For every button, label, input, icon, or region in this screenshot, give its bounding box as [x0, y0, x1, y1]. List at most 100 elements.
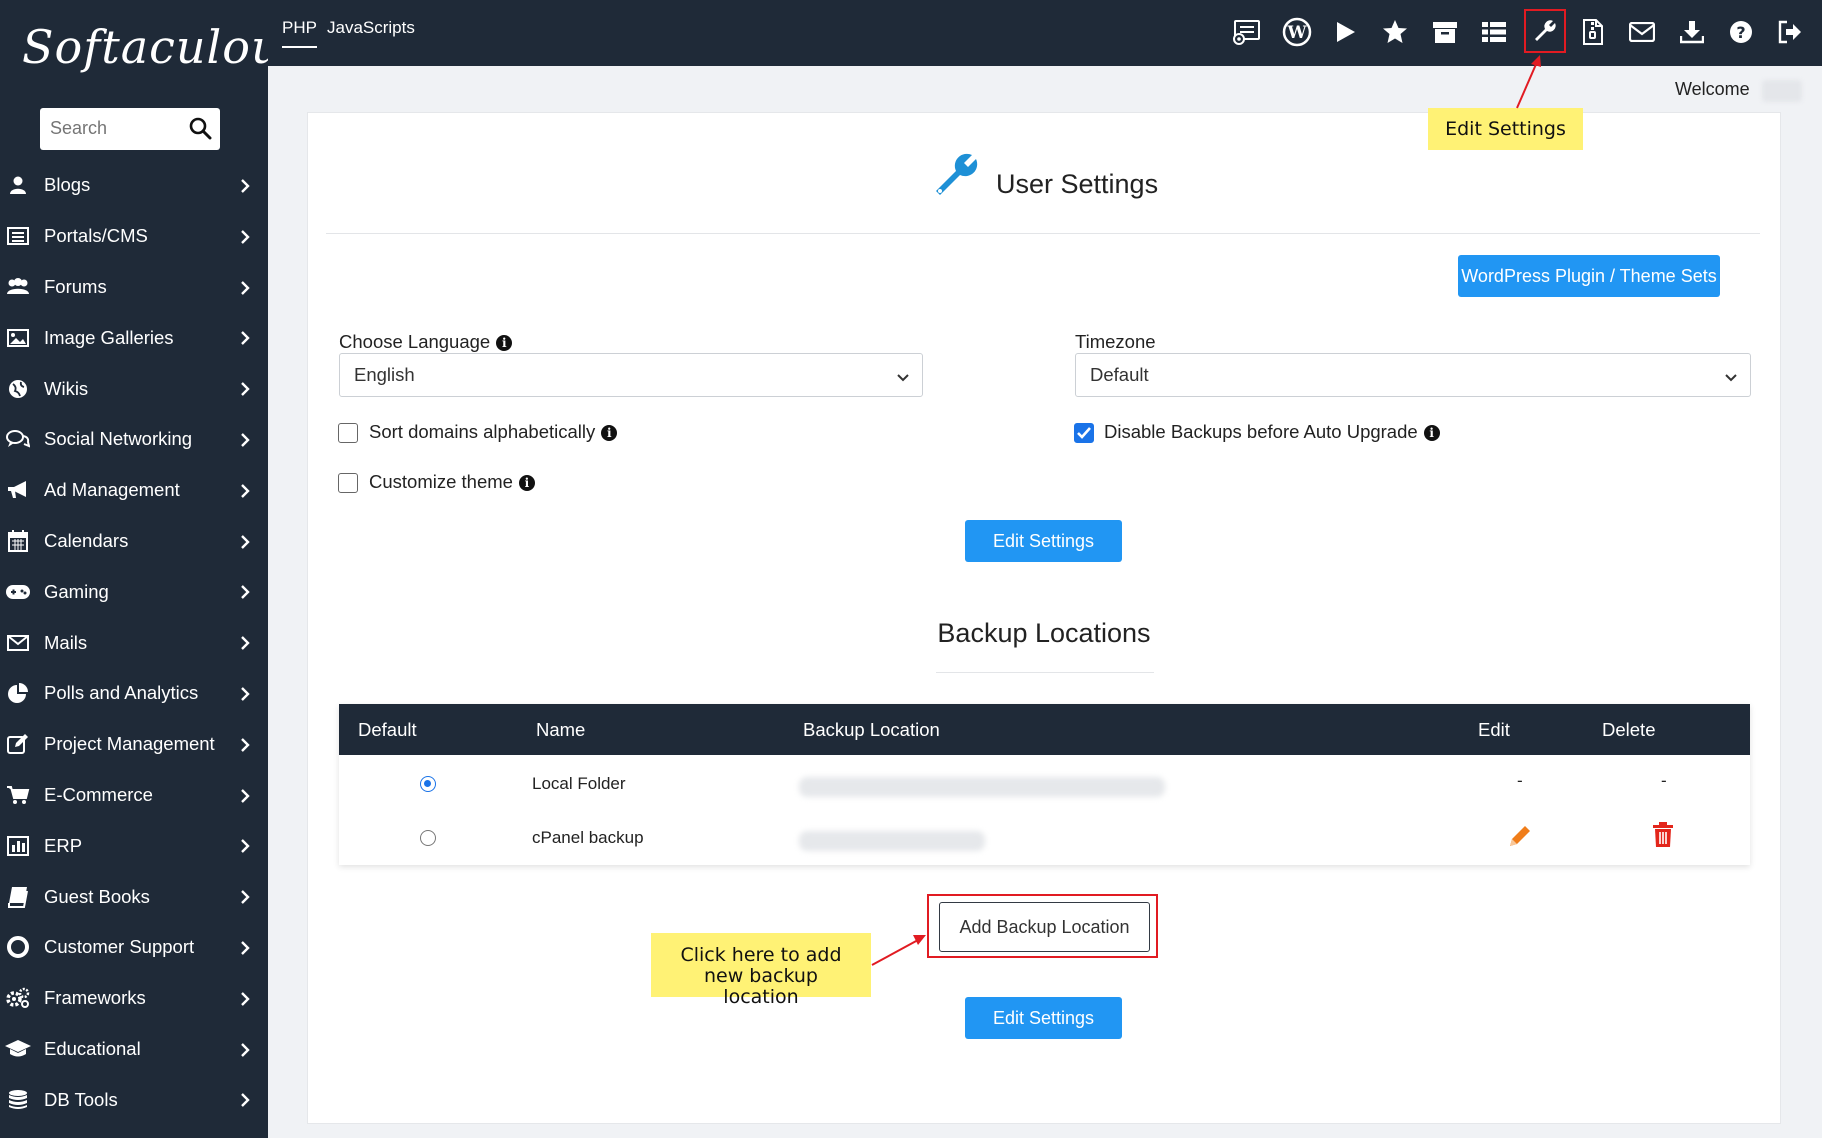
sort-domains-label: Sort domains alphabetically i	[369, 421, 618, 443]
help-icon[interactable]: ?	[1721, 12, 1761, 52]
tab-javascripts[interactable]: JavaScripts	[327, 18, 415, 38]
sort-domains-checkbox[interactable]	[338, 423, 358, 443]
sidebar-item-label: E-Commerce	[44, 783, 153, 805]
sidebar-item-label: Wikis	[44, 377, 89, 399]
sidebar-item-project-management[interactable]: Project Management	[0, 719, 268, 770]
play-icon[interactable]	[1326, 12, 1366, 52]
chevron-right-icon	[240, 736, 250, 758]
archive-icon[interactable]	[1425, 12, 1465, 52]
sidebar-item-label: Educational	[44, 1037, 141, 1059]
customize-theme-label: Customize theme i	[369, 471, 535, 493]
sidebar-item-ad-management[interactable]: Ad Management	[0, 465, 268, 516]
sidebar-item-portals-cms[interactable]: Portals/CMS	[0, 211, 268, 262]
pie-chart-icon	[4, 681, 32, 705]
page-title: User Settings	[996, 169, 1159, 199]
sidebar-item-db-tools[interactable]: DB Tools	[0, 1074, 268, 1125]
chevron-right-icon	[240, 939, 250, 961]
sidebar-item-image-galleries[interactable]: Image Galleries	[0, 312, 268, 363]
sidebar-item-label: Ad Management	[44, 479, 180, 501]
softaculous-logo[interactable]: Softaculous	[22, 20, 305, 92]
sidebar-item-label: Forums	[44, 275, 107, 297]
wordpress-plugin-theme-sets-button[interactable]: WordPress Plugin / Theme Sets	[1458, 255, 1720, 297]
chevron-right-icon	[240, 685, 250, 707]
sidebar-item-label: Image Galleries	[44, 326, 174, 348]
sidebar-item-label: DB Tools	[44, 1088, 118, 1110]
column-header-name: Name	[536, 719, 586, 740]
sidebar-item-gaming[interactable]: Gaming	[0, 566, 268, 617]
timezone-select[interactable]: Default	[1075, 353, 1751, 397]
wrench-icon[interactable]	[1524, 9, 1566, 53]
file-zip-icon[interactable]	[1573, 12, 1613, 52]
edit-settings-button[interactable]: Edit Settings	[965, 997, 1122, 1039]
customize-theme-checkbox[interactable]	[338, 473, 358, 493]
table-header: Default Name Backup Location Edit Delete	[339, 704, 1750, 755]
column-header-backup-location: Backup Location	[803, 719, 940, 740]
trash-icon[interactable]	[1652, 822, 1674, 853]
svg-text:?: ?	[1736, 23, 1745, 42]
sidebar-item-educational[interactable]: Educational	[0, 1024, 268, 1075]
sidebar-item-erp[interactable]: ERP	[0, 820, 268, 871]
gears-icon	[4, 986, 32, 1010]
installations-icon[interactable]	[1227, 12, 1267, 52]
search-input[interactable]	[40, 108, 180, 148]
disable-backups-checkbox[interactable]	[1074, 423, 1094, 443]
chevron-right-icon	[240, 380, 250, 402]
sidebar-item-label: Frameworks	[44, 987, 146, 1009]
delete-cell: -	[1661, 771, 1667, 790]
chevron-right-icon	[240, 787, 250, 809]
pencil-icon[interactable]	[1507, 823, 1533, 854]
default-radio[interactable]	[420, 830, 436, 846]
sidebar-item-social-networking[interactable]: Social Networking	[0, 414, 268, 465]
chevron-right-icon	[240, 482, 250, 504]
tab-php[interactable]: PHP	[282, 18, 317, 48]
language-select[interactable]: English	[339, 353, 923, 397]
welcome-text: Welcome	[1675, 79, 1750, 99]
sidebar-item-mails[interactable]: Mails	[0, 617, 268, 668]
chevron-right-icon	[240, 228, 250, 250]
sidebar: Softaculous Blogs Portals/CMS Forums Ima…	[0, 0, 305, 1138]
column-header-default: Default	[358, 719, 417, 740]
sidebar-item-e-commerce[interactable]: E-Commerce	[0, 770, 268, 821]
wrench-icon	[932, 151, 980, 206]
sidebar-item-label: Social Networking	[44, 428, 193, 450]
list-icon[interactable]	[1474, 12, 1514, 52]
info-icon[interactable]: i	[601, 425, 618, 442]
divider	[936, 672, 1154, 673]
sidebar-item-polls-and-analytics[interactable]: Polls and Analytics	[0, 668, 268, 719]
sidebar-item-frameworks[interactable]: Frameworks	[0, 973, 268, 1024]
edit-settings-button[interactable]: Edit Settings	[965, 520, 1122, 562]
svg-text:W: W	[1286, 23, 1307, 43]
image-icon	[4, 326, 32, 350]
sidebar-item-wikis[interactable]: Wikis	[0, 363, 268, 414]
bullhorn-icon	[4, 478, 32, 502]
database-icon	[4, 1088, 32, 1112]
sidebar-item-blogs[interactable]: Blogs	[0, 160, 268, 211]
globe-icon	[4, 377, 32, 401]
add-backup-location-button[interactable]: Add Backup Location	[939, 902, 1150, 952]
envelope-icon[interactable]	[1622, 12, 1662, 52]
sidebar-item-label: Project Management	[44, 733, 215, 755]
backup-locations-title: Backup Locations	[937, 618, 1151, 648]
download-icon[interactable]	[1672, 12, 1712, 52]
info-icon[interactable]: i	[1423, 425, 1440, 442]
edit-settings-callout: Edit Settings	[1428, 108, 1583, 150]
wordpress-icon[interactable]: W	[1277, 12, 1317, 52]
checkmark-icon	[1077, 427, 1091, 439]
info-icon[interactable]: i	[496, 335, 513, 352]
default-radio[interactable]	[420, 776, 436, 792]
column-header-delete: Delete	[1602, 719, 1656, 740]
backup-locations-table: Default Name Backup Location Edit Delete…	[339, 704, 1750, 865]
sidebar-item-guest-books[interactable]: Guest Books	[0, 871, 268, 922]
sidebar-item-label: Portals/CMS	[44, 225, 148, 247]
sidebar-search	[40, 108, 220, 150]
chevron-down-icon	[1724, 368, 1738, 390]
logout-icon[interactable]	[1770, 12, 1810, 52]
sidebar-item-forums[interactable]: Forums	[0, 262, 268, 313]
divider	[326, 233, 1760, 234]
info-icon[interactable]: i	[518, 475, 535, 492]
sidebar-item-label: ERP	[44, 834, 83, 856]
sidebar-item-calendars[interactable]: Calendars	[0, 516, 268, 567]
star-icon[interactable]	[1375, 12, 1415, 52]
search-icon[interactable]	[188, 116, 212, 145]
sidebar-item-customer-support[interactable]: Customer Support	[0, 922, 268, 973]
